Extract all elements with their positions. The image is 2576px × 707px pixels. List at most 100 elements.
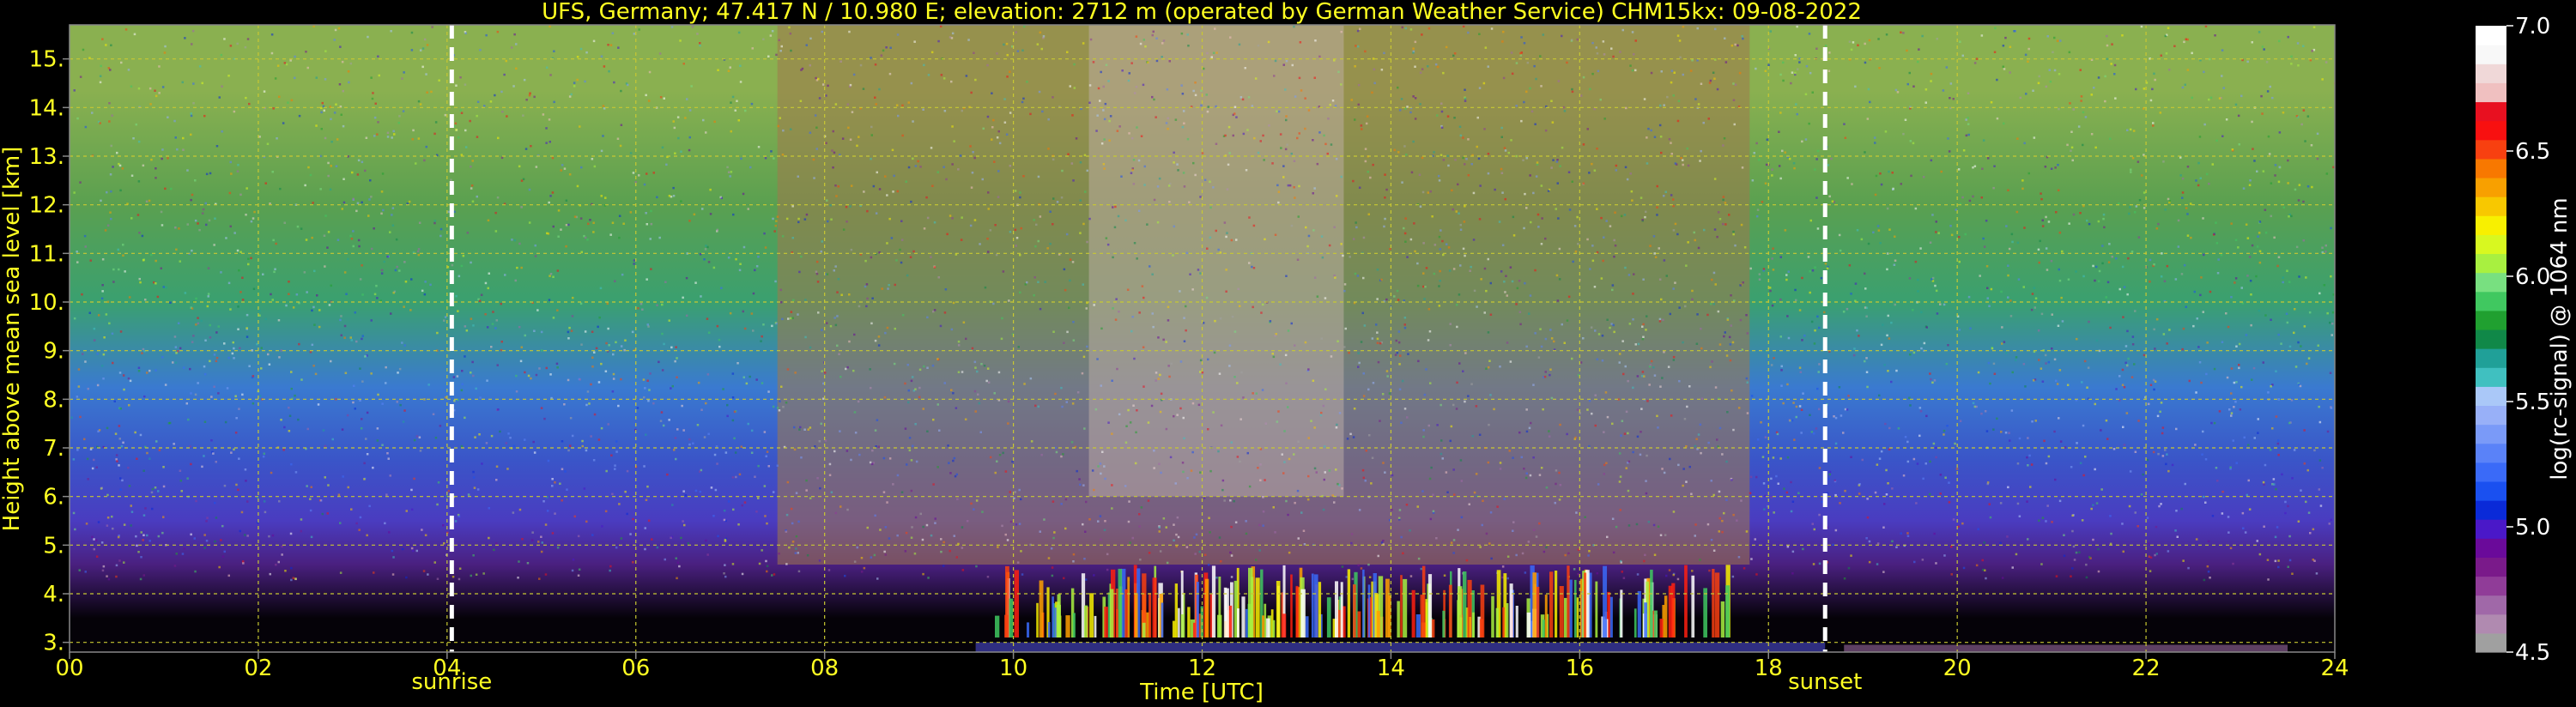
- noise-speck: [2115, 388, 2118, 390]
- noise-speck: [2007, 486, 2009, 489]
- noise-speck: [2002, 65, 2004, 68]
- noise-speck: [570, 329, 573, 332]
- noise-speck: [848, 293, 851, 296]
- noise-speck: [288, 281, 290, 283]
- noise-speck: [422, 570, 426, 572]
- noise-speck: [1106, 553, 1109, 556]
- noise-speck: [1606, 415, 1609, 419]
- noise-speck: [953, 456, 956, 460]
- noise-speck: [392, 556, 395, 559]
- noise-speck: [1398, 509, 1402, 511]
- noise-speck: [2313, 559, 2316, 562]
- noise-speck: [2063, 554, 2066, 557]
- noise-speck: [1737, 556, 1741, 559]
- noise-speck: [235, 483, 238, 486]
- noise-speck: [165, 286, 167, 289]
- noise-speck: [1918, 407, 1922, 409]
- noise-speck: [476, 488, 480, 491]
- noise-speck: [782, 129, 785, 132]
- noise-speck: [1730, 294, 1732, 297]
- noise-speck: [912, 157, 914, 160]
- noise-speck: [195, 297, 197, 300]
- noise-speck: [2221, 341, 2224, 343]
- noise-speck: [736, 100, 738, 102]
- noise-speck: [1660, 70, 1663, 73]
- noise-speck: [1734, 244, 1737, 247]
- noise-speck: [658, 360, 660, 364]
- noise-speck: [311, 343, 314, 347]
- noise-speck: [812, 158, 815, 161]
- noise-speck: [1234, 521, 1238, 523]
- noise-speck: [1515, 105, 1518, 107]
- noise-speck: [919, 166, 922, 168]
- noise-speck: [926, 316, 929, 319]
- noise-speck: [1003, 43, 1005, 46]
- noise-speck: [220, 271, 222, 274]
- noise-speck: [1069, 258, 1072, 261]
- noise-speck: [2163, 280, 2167, 282]
- noise-speck: [1021, 100, 1024, 104]
- noise-speck: [565, 199, 568, 202]
- noise-speck: [1840, 414, 1843, 417]
- noise-speck: [1001, 524, 1003, 528]
- noise-speck: [423, 398, 426, 401]
- noise-speck: [1035, 223, 1038, 227]
- noise-speck: [1776, 432, 1779, 436]
- noise-speck: [1061, 405, 1064, 408]
- noise-speck: [1439, 248, 1442, 251]
- noise-speck: [2316, 132, 2319, 136]
- noise-speck: [357, 239, 361, 242]
- noise-speck: [2217, 258, 2220, 261]
- noise-speck: [1749, 475, 1753, 479]
- noise-speck: [1382, 462, 1385, 464]
- noise-speck: [1397, 86, 1399, 89]
- noise-speck: [215, 360, 218, 363]
- noise-speck: [1313, 426, 1316, 429]
- noise-speck: [2197, 161, 2200, 165]
- noise-speck: [1233, 112, 1236, 115]
- noise-speck: [762, 38, 765, 40]
- noise-speck: [405, 576, 408, 579]
- noise-speck: [930, 147, 933, 149]
- noise-speck: [888, 217, 891, 221]
- noise-speck: [1323, 134, 1325, 137]
- noise-speck: [330, 141, 333, 143]
- noise-speck: [500, 341, 503, 343]
- noise-speck: [1205, 94, 1208, 96]
- noise-speck: [2046, 505, 2049, 507]
- noise-speck: [744, 109, 747, 112]
- noise-speck: [1794, 54, 1797, 57]
- noise-speck: [1924, 101, 1927, 104]
- noise-speck: [873, 553, 876, 557]
- noise-speck: [2129, 206, 2131, 208]
- noise-speck: [2306, 362, 2308, 366]
- noise-speck: [1212, 186, 1215, 189]
- noise-speck: [1973, 165, 1977, 167]
- noise-speck: [115, 454, 118, 456]
- noise-speck: [106, 493, 109, 497]
- noise-speck: [174, 361, 178, 364]
- noise-speck: [910, 379, 913, 383]
- noise-speck: [815, 270, 818, 273]
- noise-speck: [1282, 63, 1285, 66]
- noise-speck: [1842, 311, 1846, 313]
- noise-speck: [766, 565, 769, 567]
- noise-speck: [162, 286, 165, 288]
- noise-speck: [1657, 525, 1660, 528]
- noise-speck: [1949, 97, 1951, 100]
- noise-speck: [266, 142, 270, 145]
- noise-speck: [2171, 463, 2174, 467]
- noise-speck: [190, 462, 192, 466]
- noise-speck: [833, 269, 835, 272]
- noise-speck: [197, 222, 199, 225]
- noise-speck: [1063, 341, 1065, 344]
- noise-speck: [1904, 118, 1907, 121]
- noise-speck: [239, 347, 241, 349]
- noise-speck: [1272, 506, 1275, 509]
- noise-speck: [1645, 210, 1647, 214]
- noise-speck: [1176, 516, 1179, 519]
- noise-speck: [866, 297, 869, 300]
- noise-speck: [203, 534, 206, 536]
- noise-speck: [1475, 405, 1478, 408]
- noise-speck: [1726, 411, 1729, 414]
